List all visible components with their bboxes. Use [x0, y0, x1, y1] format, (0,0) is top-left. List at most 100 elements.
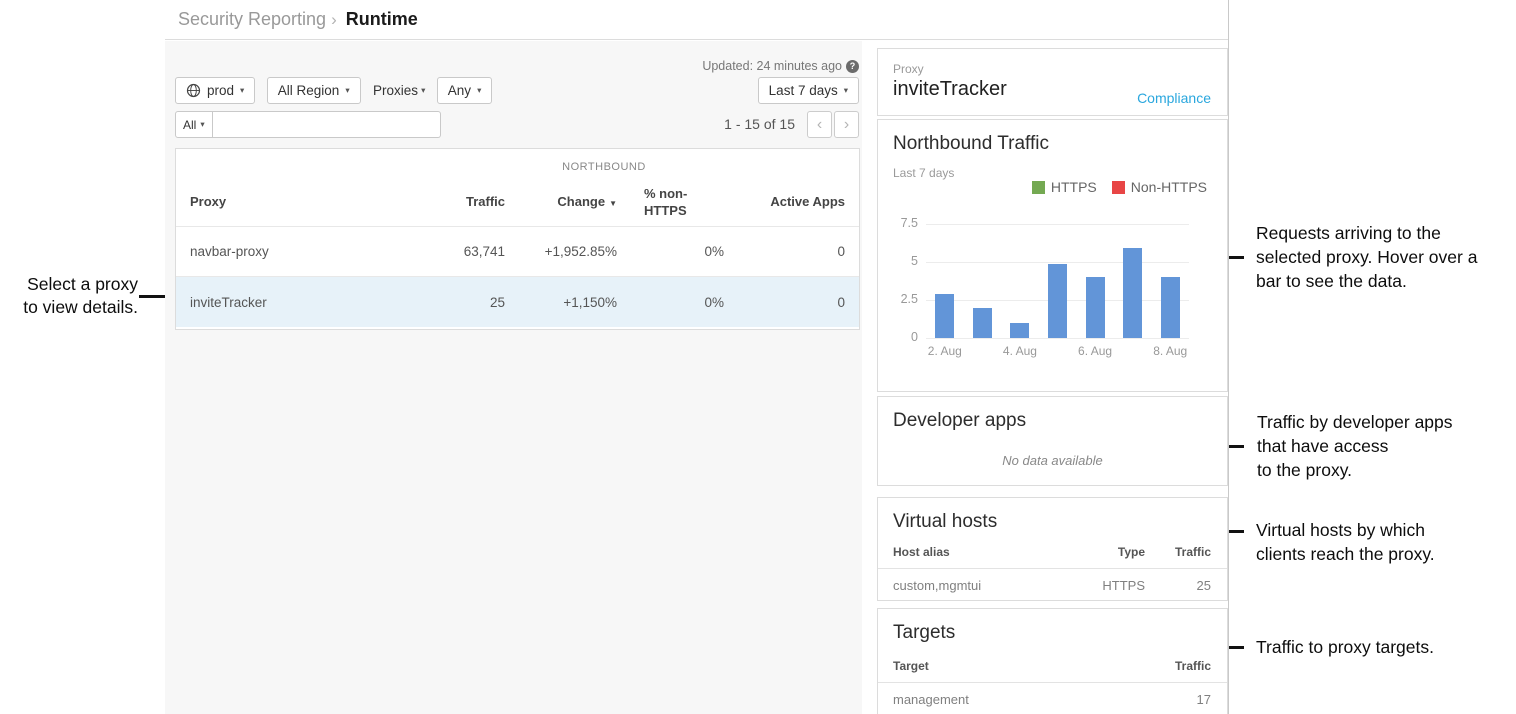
- region-dropdown[interactable]: All Region ▾: [267, 77, 361, 104]
- targets-header-row: Target Traffic: [878, 659, 1227, 683]
- chart-bar-3. Aug[interactable]: [973, 308, 992, 338]
- cell-active-apps: 0: [724, 244, 845, 259]
- cell-proxy: inviteTracker: [190, 295, 405, 310]
- column-header-active-apps[interactable]: Active Apps: [724, 194, 845, 211]
- cell-active-apps: 0: [724, 295, 845, 310]
- virtual-host-row: custom,mgmtui HTTPS 25: [878, 570, 1227, 600]
- annotation-targets: Traffic to proxy targets.: [1256, 635, 1516, 659]
- column-header-change[interactable]: Change ▼: [505, 194, 617, 211]
- cell-non-https: 0%: [617, 295, 724, 310]
- northbound-subtitle: Last 7 days: [893, 166, 954, 180]
- proxy-list-pane: Updated: 24 minutes ago ? prod ▾: [165, 41, 862, 714]
- date-range-label: Last 7 days: [769, 83, 838, 98]
- chart-bar-2. Aug[interactable]: [935, 294, 954, 338]
- x-axis-tick-label: 2. Aug: [915, 344, 975, 358]
- caret-down-icon: ▾: [477, 86, 481, 95]
- legend-https-swatch: [1032, 181, 1045, 194]
- app-window: Security Reporting › Runtime Updated: 24…: [165, 0, 1229, 714]
- column-header-traffic[interactable]: Traffic: [405, 194, 505, 211]
- pagination-prev-button[interactable]: ‹: [807, 111, 832, 138]
- cell-non-https: 0%: [617, 244, 724, 259]
- annotation-select-proxy: Select a proxy to view details.: [0, 273, 138, 319]
- cell-traffic: 25: [405, 295, 505, 310]
- virtual-hosts-card: Virtual hosts Host alias Type Traffic cu…: [877, 497, 1228, 601]
- cell-traffic: 63,741: [405, 244, 505, 259]
- table-row-invitetracker[interactable]: inviteTracker 25 +1,150% 0% 0: [176, 276, 859, 327]
- table-group-header-row: NORTHBOUND: [176, 149, 859, 179]
- y-axis-tick-label: 0: [878, 330, 918, 344]
- breadcrumb-section[interactable]: Security Reporting: [178, 9, 326, 30]
- chart-bar-8. Aug[interactable]: [1161, 277, 1180, 338]
- column-header-traffic: Traffic: [1145, 659, 1211, 682]
- proxy-label: Proxy: [893, 62, 924, 76]
- pagination-next-button[interactable]: ›: [834, 111, 859, 138]
- search-input[interactable]: [213, 111, 441, 138]
- legend-item-https: HTTPS: [1032, 179, 1097, 195]
- region-label: All Region: [278, 83, 340, 98]
- chart-gridline: [926, 338, 1189, 339]
- cell-host-alias: custom,mgmtui: [893, 578, 1065, 593]
- cell-target: management: [893, 692, 1145, 707]
- developer-apps-card: Developer apps No data available: [877, 396, 1228, 486]
- any-dropdown[interactable]: Any ▾: [437, 77, 493, 104]
- table-header-row: Proxy Traffic Change ▼ % non-HTTPS Active…: [176, 179, 859, 226]
- x-axis-tick-label: 8. Aug: [1140, 344, 1200, 358]
- caret-down-icon: ▾: [844, 86, 848, 95]
- cell-change: +1,150%: [505, 295, 617, 310]
- chart-bar-7. Aug[interactable]: [1123, 248, 1142, 338]
- column-header-proxy[interactable]: Proxy: [190, 194, 405, 211]
- cell-proxy: navbar-proxy: [190, 244, 405, 259]
- northbound-traffic-card: Northbound Traffic Last 7 days HTTPS Non…: [877, 119, 1228, 392]
- search-scope-label: All: [183, 118, 196, 132]
- updated-status: Updated: 24 minutes ago ?: [702, 59, 859, 73]
- help-icon[interactable]: ?: [846, 60, 859, 73]
- date-range-dropdown[interactable]: Last 7 days ▾: [758, 77, 859, 104]
- page-title: Runtime: [346, 9, 418, 30]
- chart-bar-5. Aug[interactable]: [1048, 264, 1067, 338]
- proxies-dropdown[interactable]: Proxies ▾: [373, 77, 425, 104]
- pagination-range: 1 - 15 of 15: [724, 116, 795, 132]
- legend-item-non-https: Non-HTTPS: [1112, 179, 1207, 195]
- x-axis-tick-label: 4. Aug: [990, 344, 1050, 358]
- annotation-virtual-hosts: Virtual hosts by which clients reach the…: [1256, 518, 1516, 566]
- column-header-type: Type: [1065, 545, 1145, 568]
- any-label: Any: [448, 83, 471, 98]
- northbound-group-header: NORTHBOUND: [554, 161, 654, 173]
- x-axis-tick-label: 6. Aug: [1065, 344, 1125, 358]
- caret-down-icon: ▾: [240, 86, 244, 95]
- target-row: management 17: [878, 684, 1227, 714]
- northbound-traffic-title: Northbound Traffic: [893, 133, 1049, 155]
- search-scope-dropdown[interactable]: All ▾: [175, 111, 213, 138]
- breadcrumb-separator-icon: ›: [331, 10, 337, 30]
- caret-down-icon: ▾: [345, 86, 349, 95]
- environment-dropdown[interactable]: prod ▾: [175, 77, 255, 104]
- y-axis-tick-label: 5: [878, 254, 918, 268]
- legend-non-https-label: Non-HTTPS: [1131, 179, 1207, 195]
- filter-toolbar: prod ▾ All Region ▾ Proxies ▾ Any ▾ Last…: [175, 77, 859, 104]
- chevron-left-icon: ‹: [817, 116, 822, 134]
- developer-apps-title: Developer apps: [893, 410, 1026, 432]
- annotation-requests: Requests arriving to the selected proxy.…: [1256, 221, 1516, 293]
- caret-down-icon: ▾: [200, 120, 204, 129]
- table-row-navbar-proxy[interactable]: navbar-proxy 63,741 +1,952.85% 0% 0: [176, 226, 859, 276]
- compliance-link[interactable]: Compliance: [1137, 90, 1211, 106]
- chart-bar-6. Aug[interactable]: [1086, 277, 1105, 338]
- developer-apps-empty-text: No data available: [878, 453, 1227, 468]
- change-label: Change: [557, 194, 605, 209]
- legend-https-label: HTTPS: [1051, 179, 1097, 195]
- globe-icon: [186, 83, 201, 98]
- column-header-traffic: Traffic: [1145, 545, 1211, 568]
- chart-bar-4. Aug[interactable]: [1010, 323, 1029, 338]
- annotation-developer-apps: Traffic by developer apps that have acce…: [1257, 410, 1516, 482]
- y-axis-tick-label: 7.5: [878, 216, 918, 230]
- chart-gridline: [926, 224, 1189, 225]
- sort-desc-icon: ▼: [609, 199, 617, 208]
- targets-title: Targets: [893, 622, 955, 644]
- breadcrumb: Security Reporting › Runtime: [165, 0, 1228, 40]
- column-header-target: Target: [893, 659, 1145, 682]
- chevron-right-icon: ›: [844, 116, 849, 134]
- cell-type: HTTPS: [1065, 578, 1145, 593]
- search-row: All ▾ 1 - 15 of 15 ‹ ›: [175, 111, 859, 138]
- proxy-name: inviteTracker: [893, 78, 1007, 101]
- column-header-non-https[interactable]: % non-HTTPS: [617, 186, 724, 220]
